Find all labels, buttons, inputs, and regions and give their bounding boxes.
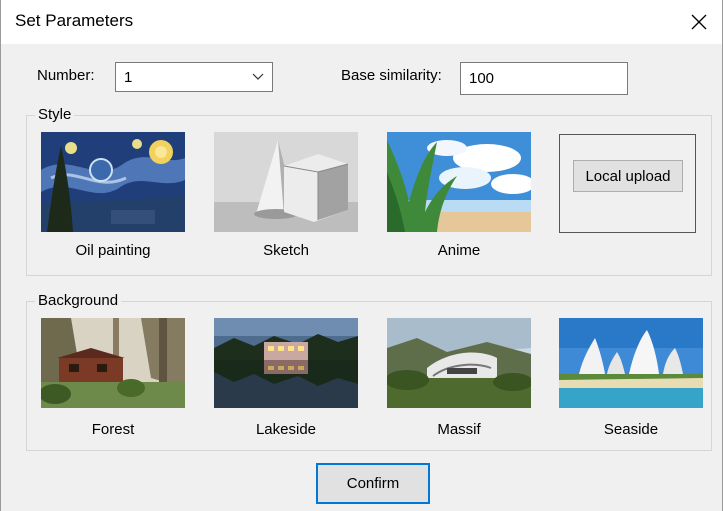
local-upload-panel: Local upload xyxy=(559,134,696,233)
number-dropdown[interactable]: 1 xyxy=(115,62,273,92)
oil-painting-image xyxy=(41,132,185,232)
background-massif-thumbnail[interactable] xyxy=(387,318,531,408)
base-similarity-field[interactable] xyxy=(460,62,628,95)
style-anime-caption: Anime xyxy=(437,242,481,259)
forest-image xyxy=(41,318,185,408)
number-value: 1 xyxy=(124,69,133,86)
confirm-button[interactable]: Confirm xyxy=(316,463,430,504)
window-title: Set Parameters xyxy=(15,11,134,30)
background-forest-thumbnail[interactable] xyxy=(41,318,185,408)
close-button[interactable] xyxy=(676,0,722,44)
background-seaside-thumbnail[interactable] xyxy=(559,318,703,408)
style-sketch-thumbnail[interactable] xyxy=(214,132,358,232)
background-forest-caption: Forest xyxy=(91,421,135,438)
style-group-title: Style xyxy=(35,106,75,123)
chevron-down-icon xyxy=(252,73,264,80)
background-lakeside-caption: Lakeside xyxy=(255,421,317,438)
massif-image xyxy=(387,318,531,408)
number-label: Number: xyxy=(37,67,95,84)
close-icon xyxy=(691,14,707,30)
seaside-image xyxy=(559,318,703,408)
style-oil-painting-caption: Oil painting xyxy=(75,242,151,259)
set-parameters-dialog: Set Parameters Number: 1 Base similarity… xyxy=(0,0,723,511)
base-similarity-label: Base similarity: xyxy=(341,67,442,84)
background-group: Background Forest Lakeside Massif Seasid… xyxy=(26,292,712,451)
anime-image xyxy=(387,132,531,232)
title-bar: Set Parameters xyxy=(1,0,722,44)
local-upload-button[interactable]: Local upload xyxy=(573,160,683,192)
background-massif-caption: Massif xyxy=(437,421,481,438)
sketch-image xyxy=(214,132,358,232)
dialog-body: Number: 1 Base similarity: Style xyxy=(1,44,722,511)
style-sketch-caption: Sketch xyxy=(263,242,309,259)
background-seaside-caption: Seaside xyxy=(603,421,659,438)
lakeside-image xyxy=(214,318,358,408)
base-similarity-input[interactable] xyxy=(461,63,627,94)
background-group-title: Background xyxy=(35,292,122,309)
style-oil-painting-thumbnail[interactable] xyxy=(41,132,185,232)
style-anime-thumbnail[interactable] xyxy=(387,132,531,232)
background-lakeside-thumbnail[interactable] xyxy=(214,318,358,408)
